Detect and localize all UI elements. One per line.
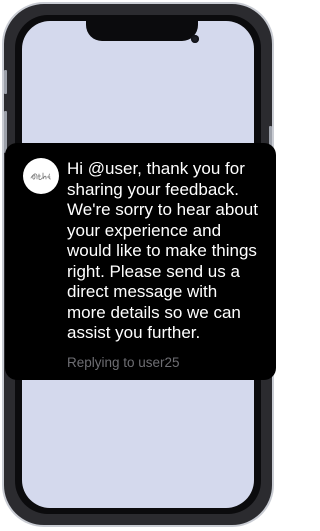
mute-switch xyxy=(4,70,7,94)
brand-logo-icon xyxy=(30,172,51,181)
replying-to-label[interactable]: Replying to user25 xyxy=(67,355,266,370)
camera-icon xyxy=(191,35,199,43)
phone-mockup: Hi @user, thank you for sharing your fee… xyxy=(0,0,278,531)
reply-message: Hi @user, thank you for sharing your fee… xyxy=(67,159,258,342)
reply-card[interactable]: Hi @user, thank you for sharing your fee… xyxy=(5,143,276,380)
avatar[interactable] xyxy=(23,158,59,194)
notch xyxy=(86,17,199,43)
